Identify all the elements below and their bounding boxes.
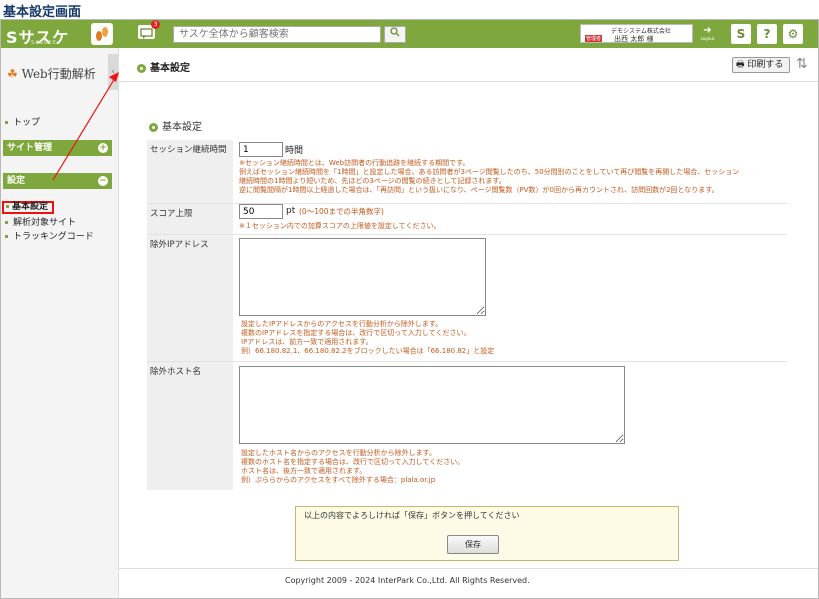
sasuke-home-icon[interactable]: S xyxy=(731,24,751,44)
session-duration-label: セッション継続時間 xyxy=(147,140,233,203)
help-icon[interactable]: ? xyxy=(757,24,777,44)
excluded-ip-note: 設定したIPアドレスからのアクセスを行動分析から除外します。 複数のIPアドレス… xyxy=(241,320,495,355)
logout-icon: ➜ xyxy=(703,25,712,36)
app-window: Sサスケ SASUKE 3 デモシステム株式会社 管理者 出西 太郎 様 ➜ L… xyxy=(0,19,819,599)
excluded-ip-textarea[interactable] xyxy=(239,238,486,316)
session-duration-unit: 時間 xyxy=(285,146,304,156)
search-icon[interactable] xyxy=(384,26,406,43)
logout-label: Logout xyxy=(700,36,715,41)
customer-search-input[interactable] xyxy=(173,26,381,43)
session-duration-note: ※セッション継続時間とは、Web訪問者の行動追跡を継続する期間です。 例えばセッ… xyxy=(239,159,740,194)
main-content: 基本設定 🖶 印刷する ⇅ 基本設定 セッション継続時間 時間 ※セッション継続… xyxy=(119,48,818,598)
score-range-note: (0～100までの半角数字) xyxy=(299,207,384,216)
copyright: Copyright 2009 - 2024 InterPark Co.,Ltd.… xyxy=(285,576,530,585)
print-button[interactable]: 🖶 印刷する xyxy=(732,57,790,73)
score-unit: pt xyxy=(286,206,296,216)
confirm-message: 以上の内容でよろしければ「保存」ボタンを押してください xyxy=(304,511,520,520)
page-heading: 基本設定画面 xyxy=(3,5,82,20)
refresh-icon[interactable]: ⇅ xyxy=(796,56,808,72)
user-role-badge: 管理者 xyxy=(585,35,603,42)
score-limit-label: スコア上限 xyxy=(147,204,233,234)
section-title: 基本設定 xyxy=(149,118,202,133)
excluded-ip-label: 除外IPアドレス xyxy=(147,235,233,361)
score-limit-note: ※１セッション内での加算スコアの上限値を設定してください。 xyxy=(239,222,441,230)
sidebar-item-tracking-code[interactable]: トラッキングコード xyxy=(5,229,94,242)
excluded-host-note: 設定したホスト名からのアクセスを行動分析から除外します。 複数のホスト名を指定す… xyxy=(241,449,465,484)
row-divider xyxy=(147,361,787,362)
score-limit-input[interactable] xyxy=(239,204,283,219)
excluded-host-label: 除外ホスト名 xyxy=(147,362,233,490)
bullet-icon xyxy=(149,122,158,132)
content-header: 基本設定 🖶 印刷する ⇅ xyxy=(119,48,818,82)
footer-divider xyxy=(119,568,818,569)
row-divider xyxy=(147,234,787,235)
bullet-icon xyxy=(137,63,146,73)
excluded-host-textarea[interactable] xyxy=(239,366,625,444)
printer-icon: 🖶 xyxy=(736,60,745,70)
user-info[interactable]: デモシステム株式会社 管理者 出西 太郎 様 xyxy=(580,24,693,43)
gear-icon[interactable]: ⚙ xyxy=(783,24,803,44)
save-button[interactable]: 保存 xyxy=(447,535,499,554)
session-duration-input[interactable] xyxy=(239,142,283,157)
page-title: 基本設定 xyxy=(137,59,190,74)
user-name: 出西 太郎 様 xyxy=(614,35,654,43)
logout-button[interactable]: ➜ Logout xyxy=(698,25,717,43)
save-confirm-box: 以上の内容でよろしければ「保存」ボタンを押してください 保存 xyxy=(295,506,679,561)
print-label: 印刷する xyxy=(747,60,784,70)
sidebar-item-target-sites[interactable]: 解析対象サイト xyxy=(5,215,76,228)
